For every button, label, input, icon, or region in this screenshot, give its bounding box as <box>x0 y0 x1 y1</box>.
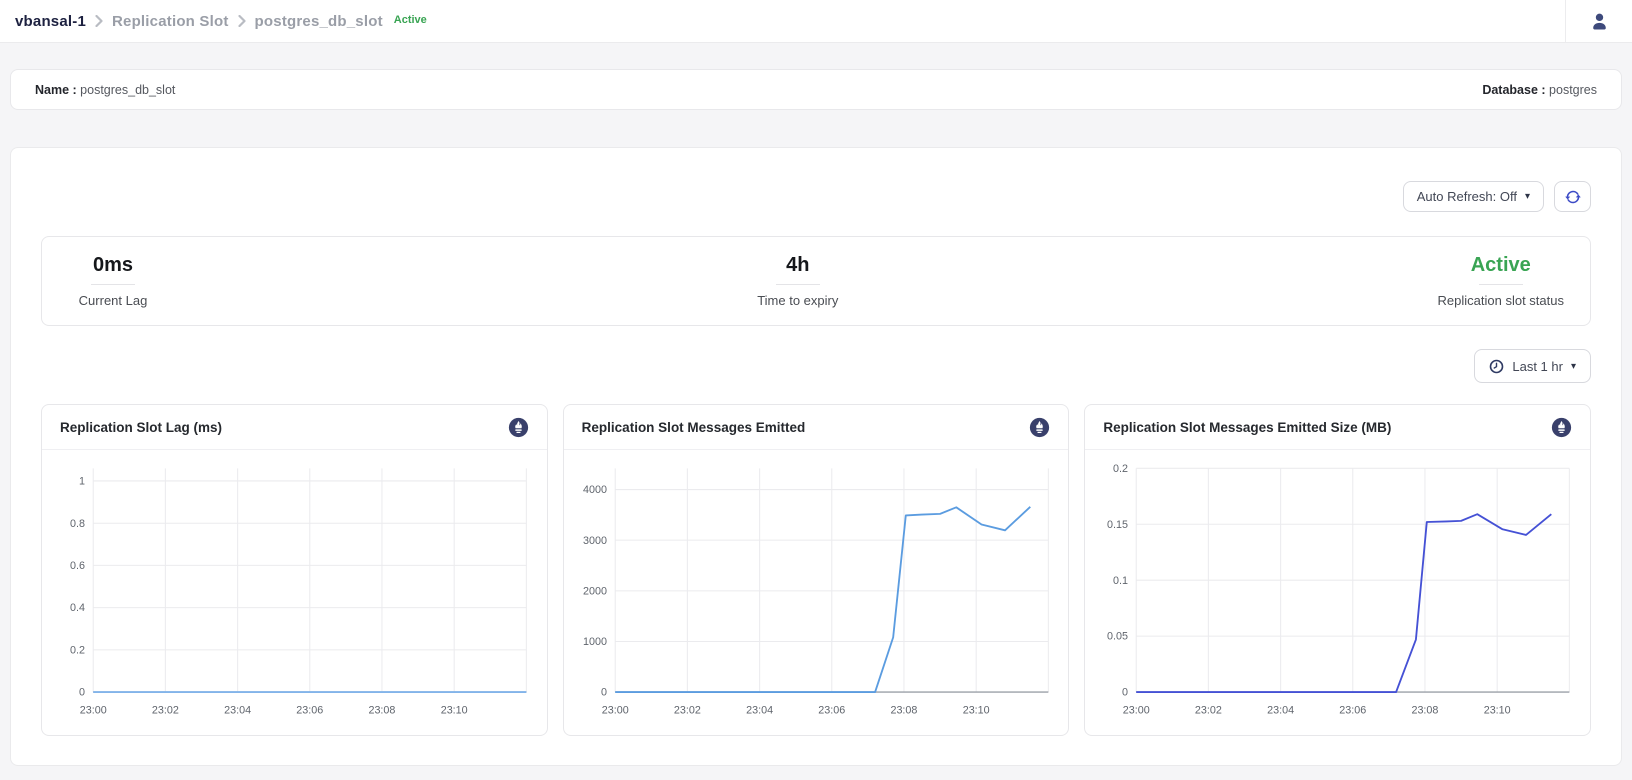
prometheus-icon <box>1551 417 1572 438</box>
svg-text:0.2: 0.2 <box>70 644 85 656</box>
svg-text:0: 0 <box>1122 687 1128 699</box>
chart-canvas-replication-slot-lag[interactable]: 0 0.2 0.4 0.6 0.8 1 23:00 23:02 23:04 23:06 23:08 2… <box>42 450 547 735</box>
breadcrumb: vbansal-1 Replication Slot postgres_db_s… <box>0 13 427 30</box>
svg-text:0: 0 <box>79 687 85 699</box>
breadcrumb-section[interactable]: Replication Slot <box>112 13 229 30</box>
database-field: Database : postgres <box>1482 83 1597 97</box>
stat-slot-status-label: Replication slot status <box>1438 293 1564 308</box>
svg-text:3000: 3000 <box>583 535 607 547</box>
chart-card-messages-emitted: Replication Slot Messages Emitted 010 <box>563 404 1070 736</box>
user-menu-button[interactable] <box>1566 0 1632 42</box>
stat-time-to-expiry: 4h Time to expiry <box>753 254 843 308</box>
chart-canvas-messages-emitted-size[interactable]: 0 0.05 0.1 0.15 0.2 23:00 23:02 23:04 23:06 23:08… <box>1085 450 1590 735</box>
prometheus-icon <box>1029 417 1050 438</box>
svg-text:23:04: 23:04 <box>1267 705 1294 717</box>
svg-text:23:04: 23:04 <box>224 705 251 717</box>
chart-card-replication-slot-lag: Replication Slot Lag (ms) 00.20.40.60 <box>41 404 548 736</box>
breadcrumb-slot-name: postgres_db_slot <box>255 13 383 30</box>
time-range-row: Last 1 hr ▾ <box>41 349 1591 383</box>
svg-text:23:08: 23:08 <box>890 705 917 717</box>
svg-text:0.8: 0.8 <box>70 518 85 530</box>
database-label: Database : <box>1482 83 1545 97</box>
chevron-right-icon <box>95 15 103 27</box>
svg-text:23:06: 23:06 <box>1340 705 1367 717</box>
svg-text:23:10: 23:10 <box>441 705 468 717</box>
svg-text:1: 1 <box>79 476 85 488</box>
slot-name-value: postgres_db_slot <box>80 83 175 97</box>
stat-time-to-expiry-label: Time to expiry <box>753 293 843 308</box>
chart-title: Replication Slot Messages Emitted <box>582 420 806 435</box>
summary-stats-card: 0ms Current Lag 4h Time to expiry Active… <box>41 236 1591 326</box>
svg-text:23:00: 23:00 <box>80 705 107 717</box>
status-badge: Active <box>394 14 427 26</box>
chevron-right-icon <box>238 15 246 27</box>
svg-text:23:02: 23:02 <box>1195 705 1222 717</box>
svg-text:23:06: 23:06 <box>818 705 845 717</box>
header-right <box>1565 0 1632 42</box>
refresh-button[interactable] <box>1554 181 1591 212</box>
svg-text:23:08: 23:08 <box>368 705 395 717</box>
svg-text:0.4: 0.4 <box>70 602 85 614</box>
svg-text:23:02: 23:02 <box>674 705 701 717</box>
svg-text:23:06: 23:06 <box>296 705 323 717</box>
database-value: postgres <box>1549 83 1597 97</box>
chart-header: Replication Slot Lag (ms) <box>42 405 547 450</box>
breadcrumb-cluster[interactable]: vbansal-1 <box>15 13 86 30</box>
time-range-label: Last 1 hr <box>1512 359 1563 374</box>
prometheus-link-button[interactable] <box>508 417 529 438</box>
prometheus-icon <box>508 417 529 438</box>
stat-time-to-expiry-value: 4h <box>753 254 843 277</box>
clock-icon <box>1489 359 1504 374</box>
svg-text:23:10: 23:10 <box>962 705 989 717</box>
svg-text:0.2: 0.2 <box>1113 463 1128 475</box>
stat-current-lag: 0ms Current Lag <box>68 254 158 308</box>
svg-text:4000: 4000 <box>583 484 607 496</box>
slot-name-label: Name : <box>35 83 77 97</box>
svg-text:23:04: 23:04 <box>746 705 773 717</box>
chart-card-messages-emitted-size: Replication Slot Messages Emitted Size (… <box>1084 404 1591 736</box>
svg-text:0: 0 <box>601 687 607 699</box>
auto-refresh-dropdown[interactable]: Auto Refresh: Off ▾ <box>1403 181 1544 212</box>
user-icon <box>1590 12 1609 31</box>
prometheus-link-button[interactable] <box>1029 417 1050 438</box>
chart-title: Replication Slot Messages Emitted Size (… <box>1103 420 1391 435</box>
chart-title: Replication Slot Lag (ms) <box>60 420 222 435</box>
stat-divider <box>91 284 135 285</box>
metrics-toolbar: Auto Refresh: Off ▾ <box>41 181 1591 212</box>
app-header: vbansal-1 Replication Slot postgres_db_s… <box>0 0 1632 43</box>
svg-text:23:00: 23:00 <box>601 705 628 717</box>
chart-canvas-messages-emitted[interactable]: 0 1000 2000 3000 4000 23:00 23:02 23:04 23:06 23:… <box>564 450 1069 735</box>
stat-current-lag-label: Current Lag <box>68 293 158 308</box>
stat-slot-status: Active Replication slot status <box>1438 254 1564 308</box>
stat-divider <box>1479 284 1523 285</box>
caret-down-icon: ▾ <box>1525 191 1530 202</box>
svg-text:23:00: 23:00 <box>1123 705 1150 717</box>
slot-name-field: Name : postgres_db_slot <box>35 83 175 97</box>
stat-divider <box>776 284 820 285</box>
time-range-dropdown[interactable]: Last 1 hr ▾ <box>1474 349 1591 383</box>
charts-row: Replication Slot Lag (ms) 0 0.2 0.4 0.6 0 <box>41 404 1591 736</box>
svg-text:0.1: 0.1 <box>1113 575 1128 587</box>
caret-down-icon: ▾ <box>1571 361 1576 372</box>
svg-text:23:02: 23:02 <box>152 705 179 717</box>
stat-current-lag-value: 0ms <box>68 254 158 277</box>
svg-text:0.05: 0.05 <box>1107 631 1128 643</box>
stat-slot-status-value: Active <box>1438 254 1564 277</box>
svg-text:0.6: 0.6 <box>70 560 85 572</box>
metrics-panel: Auto Refresh: Off ▾ 0ms Current Lag 4h <box>10 147 1622 766</box>
slot-info-bar: Name : postgres_db_slot Database : postg… <box>10 69 1622 110</box>
chart-header: Replication Slot Messages Emitted Size (… <box>1085 405 1590 450</box>
svg-text:23:10: 23:10 <box>1484 705 1511 717</box>
chart-header: Replication Slot Messages Emitted <box>564 405 1069 450</box>
auto-refresh-label: Auto Refresh: Off <box>1417 189 1517 204</box>
svg-text:23:08: 23:08 <box>1412 705 1439 717</box>
prometheus-link-button[interactable] <box>1551 417 1572 438</box>
svg-text:0.15: 0.15 <box>1107 519 1128 531</box>
refresh-icon <box>1565 189 1581 205</box>
svg-text:1000: 1000 <box>583 636 607 648</box>
svg-text:2000: 2000 <box>583 585 607 597</box>
